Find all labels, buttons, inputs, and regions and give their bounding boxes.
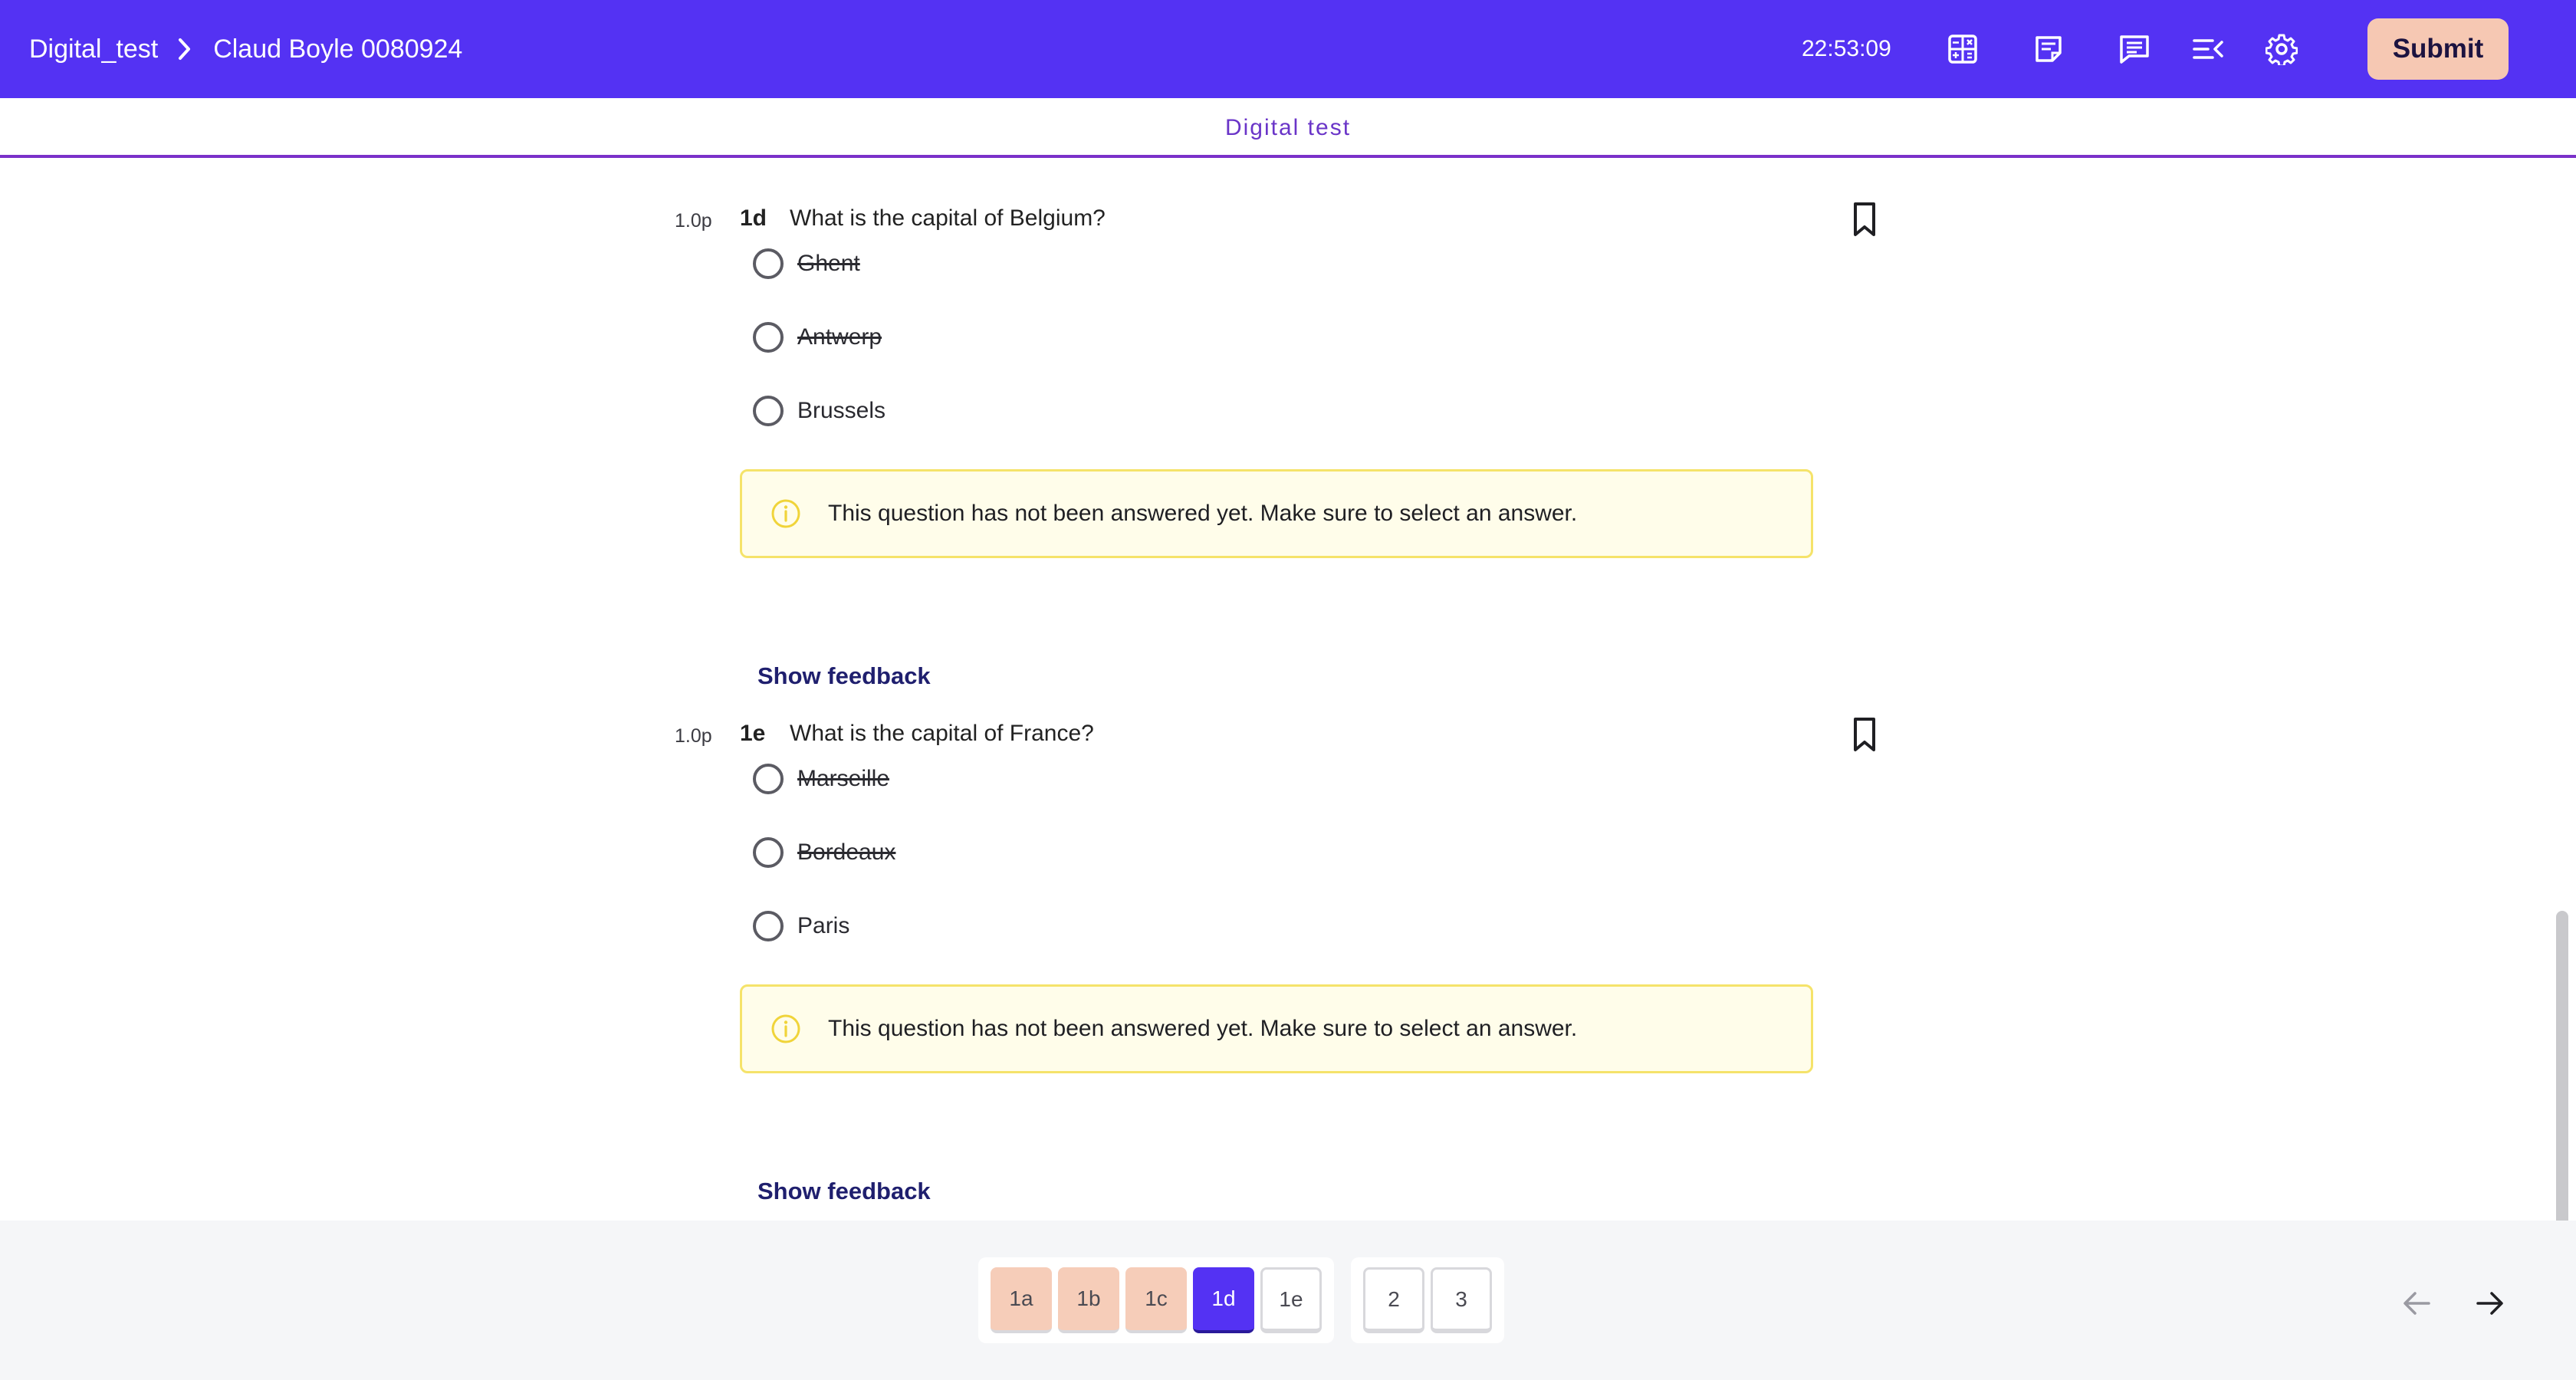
info-icon (770, 1013, 802, 1045)
radio-button[interactable] (753, 396, 784, 426)
question-text: What is the capital of Belgium? (790, 205, 1106, 231)
question-text: What is the capital of France? (790, 721, 1094, 746)
next-arrow-icon[interactable] (2469, 1282, 2512, 1325)
scrollbar-thumb[interactable] (2556, 911, 2568, 1221)
previous-arrow-icon[interactable] (2395, 1282, 2438, 1325)
pager-item-2[interactable]: 2 (1363, 1267, 1424, 1333)
question-points: 1.0p (675, 725, 712, 747)
radio-button[interactable] (753, 837, 784, 868)
chat-icon[interactable] (2113, 28, 2156, 71)
question-points: 1.0p (675, 210, 712, 232)
pager-item-1e[interactable]: 1e (1260, 1267, 1322, 1333)
answer-option[interactable]: Bordeaux (753, 830, 895, 876)
chevron-right-icon (169, 33, 201, 65)
bottom-navigation: 1a 1b 1c 1d 1e 2 3 (0, 1221, 2576, 1380)
answer-option[interactable]: Antwerp (753, 314, 882, 360)
option-label: Bordeaux (797, 840, 896, 865)
breadcrumb: Digital_test Claud Boyle 0080924 (29, 0, 462, 98)
gear-icon[interactable] (2260, 28, 2303, 71)
pager-item-1c[interactable]: 1c (1125, 1267, 1187, 1333)
breadcrumb-current: Claud Boyle 0080924 (213, 34, 463, 64)
submit-button[interactable]: Submit (2367, 18, 2509, 80)
radio-button[interactable] (753, 322, 784, 353)
radio-button[interactable] (753, 911, 784, 941)
unanswered-warning: This question has not been answered yet.… (740, 984, 1813, 1073)
question-number: 1d (740, 205, 767, 231)
notes-icon[interactable] (2027, 28, 2070, 71)
unanswered-warning: This question has not been answered yet.… (740, 469, 1813, 558)
option-label: Brussels (797, 398, 886, 423)
answer-option[interactable]: Ghent (753, 241, 860, 287)
radio-button[interactable] (753, 248, 784, 279)
option-label: Paris (797, 913, 850, 938)
show-feedback-link[interactable]: Show feedback (757, 662, 931, 690)
breadcrumb-root[interactable]: Digital_test (29, 34, 158, 64)
top-bar: Digital_test Claud Boyle 0080924 22:53:0… (0, 0, 2576, 98)
answer-option[interactable]: Marseille (753, 756, 889, 802)
bookmark-icon[interactable] (1848, 199, 1881, 239)
calculator-icon[interactable] (1941, 28, 1984, 71)
answer-option[interactable]: Brussels (753, 388, 886, 434)
question-pager-group-2: 2 3 (1351, 1257, 1504, 1343)
warning-text: This question has not been answered yet.… (828, 501, 1578, 526)
option-label: Ghent (797, 251, 860, 276)
answer-option[interactable]: Paris (753, 903, 849, 949)
option-label: Antwerp (797, 324, 882, 350)
pager-item-3[interactable]: 3 (1431, 1267, 1492, 1333)
radio-button[interactable] (753, 764, 784, 794)
question-number: 1e (740, 721, 766, 746)
timer-clock: 22:53:09 (1802, 36, 1891, 61)
warning-text: This question has not been answered yet.… (828, 1016, 1578, 1041)
question-area[interactable]: 1.0p 1d What is the capital of Belgium? … (0, 159, 2576, 1221)
show-feedback-link[interactable]: Show feedback (757, 1178, 931, 1205)
pager-item-1d[interactable]: 1d (1193, 1267, 1254, 1333)
bookmark-icon[interactable] (1848, 715, 1881, 754)
info-icon (770, 498, 802, 530)
option-label: Marseille (797, 766, 890, 791)
pager-item-1a[interactable]: 1a (991, 1267, 1052, 1333)
pager-item-1b[interactable]: 1b (1058, 1267, 1119, 1333)
question-pager-group-1: 1a 1b 1c 1d 1e (978, 1257, 1334, 1343)
test-title: Digital test (0, 98, 2576, 158)
collapse-menu-icon[interactable] (2187, 28, 2229, 71)
